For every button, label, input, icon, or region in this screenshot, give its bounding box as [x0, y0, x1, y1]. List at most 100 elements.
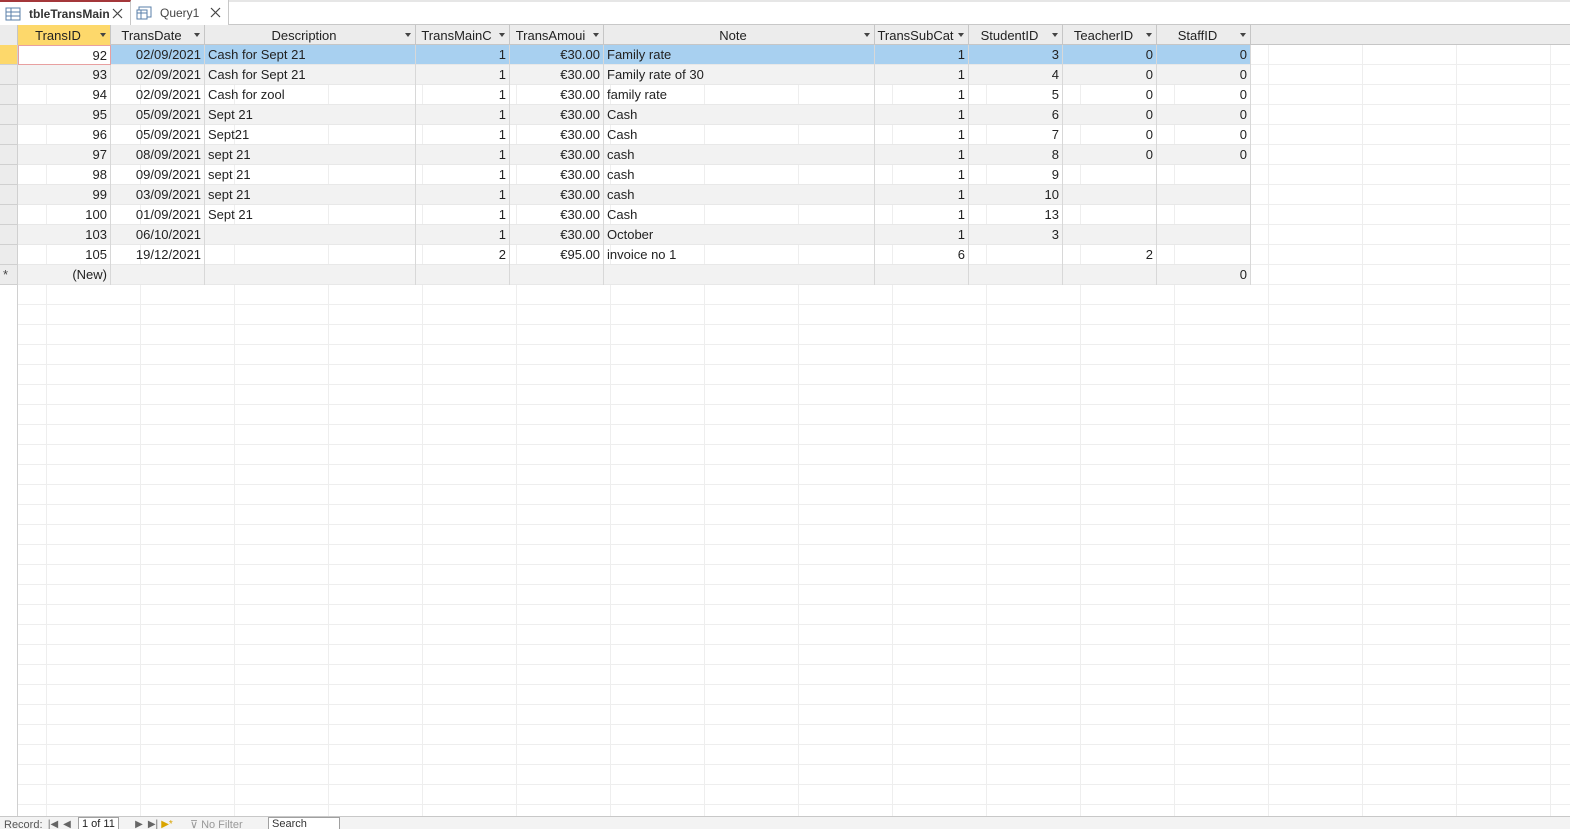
cell-staffid[interactable] [1157, 205, 1251, 225]
cell-note[interactable]: cash [604, 185, 875, 205]
dropdown-arrow-icon[interactable] [99, 31, 107, 39]
cell-transsubcat[interactable]: 1 [875, 125, 969, 145]
cell-transdate[interactable]: 09/09/2021 [111, 165, 205, 185]
cell-description[interactable]: Sept 21 [205, 205, 416, 225]
cell-transdate[interactable]: 01/09/2021 [111, 205, 205, 225]
record-selector[interactable] [0, 205, 18, 225]
cell-teacherid[interactable]: 0 [1063, 125, 1157, 145]
cell-description[interactable]: Cash for Sept 21 [205, 45, 416, 65]
cell-transdate[interactable]: 02/09/2021 [111, 85, 205, 105]
cell-note[interactable]: family rate [604, 85, 875, 105]
cell-transsubcat[interactable]: 1 [875, 105, 969, 125]
cell-transmainc[interactable]: 1 [416, 205, 510, 225]
cell-transamoui[interactable]: €30.00 [510, 65, 604, 85]
record-selector[interactable] [0, 165, 18, 185]
cell-note[interactable]: Cash [604, 205, 875, 225]
cell-teacherid[interactable] [1063, 165, 1157, 185]
cell-transamoui[interactable]: €30.00 [510, 225, 604, 245]
cell-transid[interactable]: 97 [18, 145, 111, 165]
cell-staffid[interactable] [1157, 185, 1251, 205]
cell-transamoui[interactable]: €30.00 [510, 45, 604, 65]
cell-teacherid[interactable]: 0 [1063, 65, 1157, 85]
new-record-row[interactable]: * (New) 0 [0, 265, 1251, 285]
cell-staffid[interactable]: 0 [1157, 265, 1251, 285]
cell-transdate[interactable]: 19/12/2021 [111, 245, 205, 265]
cell-description[interactable] [205, 265, 416, 285]
cell-transmainc[interactable]: 1 [416, 125, 510, 145]
next-record-icon[interactable]: ▶ [132, 817, 146, 829]
cell-staffid[interactable] [1157, 225, 1251, 245]
cell-transmainc[interactable]: 2 [416, 245, 510, 265]
cell-teacherid[interactable] [1063, 265, 1157, 285]
table-row[interactable]: 92 02/09/2021 Cash for Sept 21 1 €30.00 Famil… [0, 45, 1251, 65]
column-header-description[interactable]: Description [205, 25, 416, 45]
cell-transid[interactable]: 98 [18, 165, 111, 185]
cell-studentid[interactable]: 6 [969, 105, 1063, 125]
record-selector[interactable] [0, 185, 18, 205]
record-selector[interactable] [0, 145, 18, 165]
cell-description[interactable] [205, 225, 416, 245]
cell-teacherid[interactable]: 0 [1063, 85, 1157, 105]
cell-transdate[interactable]: 02/09/2021 [111, 45, 205, 65]
cell-transsubcat[interactable]: 1 [875, 185, 969, 205]
record-selector[interactable] [0, 105, 18, 125]
table-row[interactable]: 105 19/12/2021 2 €95.00 invoice no 162 [0, 245, 1251, 265]
dropdown-arrow-icon[interactable] [404, 31, 412, 39]
dropdown-arrow-icon[interactable] [498, 31, 506, 39]
cell-transsubcat[interactable]: 1 [875, 165, 969, 185]
select-all-corner[interactable] [0, 25, 18, 45]
cell-description[interactable]: sept 21 [205, 145, 416, 165]
cell-note[interactable]: Family rate of 30 [604, 65, 875, 85]
cell-studentid[interactable]: 9 [969, 165, 1063, 185]
cell-studentid[interactable]: 3 [969, 45, 1063, 65]
cell-staffid[interactable]: 0 [1157, 85, 1251, 105]
dropdown-arrow-icon[interactable] [863, 31, 871, 39]
dropdown-arrow-icon[interactable] [1051, 31, 1059, 39]
cell-studentid[interactable]: 10 [969, 185, 1063, 205]
table-row[interactable]: 98 09/09/2021 sept 21 1 €30.00 cash 1 9 [0, 165, 1251, 185]
tab-query1[interactable]: Query1 [131, 0, 229, 25]
cell-teacherid[interactable]: 0 [1063, 105, 1157, 125]
cell-teacherid[interactable]: 0 [1063, 45, 1157, 65]
record-selector[interactable]: * [0, 265, 18, 285]
cell-transid[interactable]: 92 [18, 45, 111, 65]
column-header-transsubcat[interactable]: TransSubCat [875, 25, 969, 45]
column-header-staffid[interactable]: StaffID [1157, 25, 1251, 45]
cell-teacherid[interactable] [1063, 185, 1157, 205]
cell-note[interactable]: October [604, 225, 875, 245]
table-row[interactable]: 93 02/09/2021 Cash for Sept 21 1 €30.00 Famil… [0, 65, 1251, 85]
cell-staffid[interactable]: 0 [1157, 105, 1251, 125]
cell-transsubcat[interactable]: 6 [875, 245, 969, 265]
record-selector[interactable] [0, 245, 18, 265]
cell-transid[interactable]: (New) [18, 265, 111, 285]
cell-transid[interactable]: 105 [18, 245, 111, 265]
column-header-transmainc[interactable]: TransMainC [416, 25, 510, 45]
cell-studentid[interactable]: 4 [969, 65, 1063, 85]
table-row[interactable]: 100 01/09/2021 Sept 21 1 €30.00 Cash 1 13 [0, 205, 1251, 225]
cell-transid[interactable]: 95 [18, 105, 111, 125]
record-selector[interactable] [0, 125, 18, 145]
cell-staffid[interactable] [1157, 165, 1251, 185]
cell-staffid[interactable]: 0 [1157, 145, 1251, 165]
cell-description[interactable]: sept 21 [205, 165, 416, 185]
record-selector[interactable] [0, 65, 18, 85]
no-filter-button[interactable]: ⊽ No Filter [190, 817, 243, 829]
cell-transdate[interactable]: 02/09/2021 [111, 65, 205, 85]
table-row[interactable]: 103 06/10/2021 1 €30.00 October 1 3 [0, 225, 1251, 245]
column-header-note[interactable]: Note [604, 25, 875, 45]
dropdown-arrow-icon[interactable] [957, 31, 965, 39]
cell-transid[interactable]: 96 [18, 125, 111, 145]
cell-transmainc[interactable]: 1 [416, 65, 510, 85]
cell-transsubcat[interactable]: 1 [875, 205, 969, 225]
cell-teacherid[interactable]: 2 [1063, 245, 1157, 265]
record-position-input[interactable]: 1 of 11 [78, 817, 119, 829]
cell-transsubcat[interactable]: 1 [875, 45, 969, 65]
cell-note[interactable]: Cash [604, 105, 875, 125]
dropdown-arrow-icon[interactable] [592, 31, 600, 39]
first-record-icon[interactable]: |◀ [46, 817, 60, 829]
table-row[interactable]: 97 08/09/2021 sept 21 1 €30.00 cash 1 8 0 0 [0, 145, 1251, 165]
table-row[interactable]: 96 05/09/2021 Sept21 1 €30.00 Cash 1 7 0 0 [0, 125, 1251, 145]
cell-transsubcat[interactable]: 1 [875, 85, 969, 105]
cell-transamoui[interactable]: €30.00 [510, 185, 604, 205]
cell-teacherid[interactable]: 0 [1063, 145, 1157, 165]
